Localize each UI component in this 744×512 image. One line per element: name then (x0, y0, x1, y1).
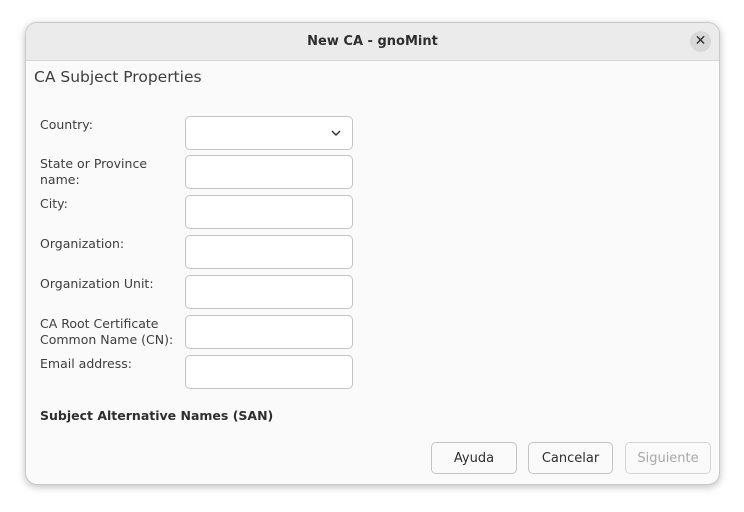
organization-field-container (185, 235, 353, 269)
organization-unit-field-container (185, 275, 353, 309)
dialog-window: New CA - gnoMint ✕ CA Subject Properties… (25, 22, 720, 485)
cancel-button[interactable]: Cancelar (528, 442, 613, 474)
city-field[interactable] (186, 196, 352, 226)
organization-unit-label: Organization Unit: (40, 276, 154, 291)
state-field-container (185, 155, 353, 189)
common-name-field-container (185, 315, 353, 349)
close-icon[interactable]: ✕ (690, 31, 711, 52)
chevron-down-icon (331, 130, 341, 136)
san-heading: Subject Alternative Names (SAN) (40, 408, 274, 423)
state-field[interactable] (186, 156, 352, 186)
email-field-container (185, 355, 353, 389)
next-button[interactable]: Siguiente (625, 442, 711, 474)
country-label: Country: (40, 117, 93, 132)
city-label: City: (40, 196, 68, 211)
window-title: New CA - gnoMint (307, 34, 438, 49)
common-name-label: CA Root Certificate Common Name (CN): (40, 316, 174, 347)
organization-label: Organization: (40, 236, 125, 251)
email-label: Email address: (40, 356, 132, 371)
help-button[interactable]: Ayuda (431, 442, 517, 474)
organization-unit-field[interactable] (186, 276, 352, 306)
state-label: State or Province name: (40, 156, 148, 187)
email-field[interactable] (186, 356, 352, 386)
titlebar: New CA - gnoMint ✕ (26, 23, 719, 61)
city-field-container (185, 195, 353, 229)
country-combobox[interactable] (185, 116, 353, 150)
organization-field[interactable] (186, 236, 352, 266)
section-title: CA Subject Properties (34, 68, 202, 86)
common-name-field[interactable] (186, 316, 352, 346)
